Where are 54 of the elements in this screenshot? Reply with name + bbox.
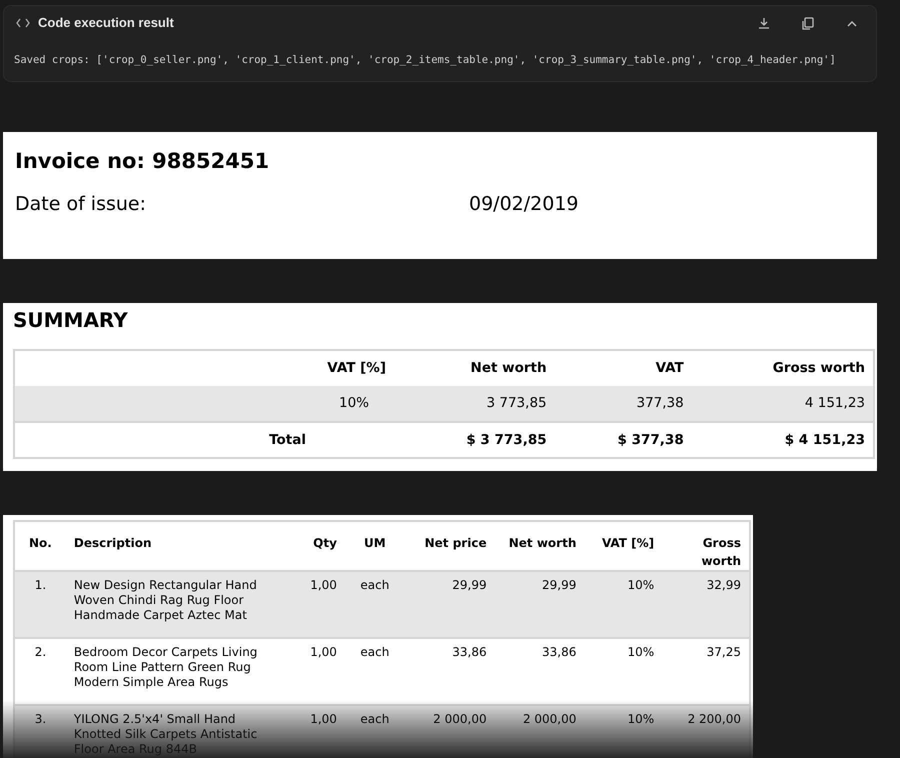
- table-cell: $ 377,38: [554, 422, 692, 458]
- summary-title: SUMMARY: [13, 307, 129, 334]
- table-cell: each: [344, 571, 405, 638]
- date-label: Date of issue:: [15, 192, 148, 216]
- table-cell: 10%: [314, 386, 394, 422]
- table-cell: each: [344, 638, 405, 705]
- table-cell: 377,38: [554, 386, 692, 422]
- column-header: Description: [66, 521, 286, 571]
- panel-title: Code execution result: [38, 14, 174, 32]
- table-cell: 29,99: [494, 571, 584, 638]
- table-cell: 1,00: [285, 571, 345, 638]
- column-header: Net worth: [494, 521, 584, 571]
- table-cell: YILONG 2.5'x4' Small Hand Knotted Silk Carpets Antistatic Floor Area Rug 844B: [66, 705, 286, 758]
- column-header: Net worth: [394, 350, 555, 386]
- column-header: Gross worth: [662, 521, 750, 571]
- invoice-number: Invoice no: 98852451: [15, 148, 270, 175]
- table-cell: 2 200,00: [662, 705, 750, 758]
- table-cell: 1,00: [285, 705, 345, 758]
- table-cell: 2.: [14, 638, 66, 705]
- table-cell: 1,00: [285, 638, 345, 705]
- table-cell: 10%: [584, 571, 662, 638]
- table-cell: New Design Rectangular Hand Woven Chindi Rag Rug Floor Handmade Carpet Aztec Mat: [66, 571, 286, 638]
- column-header: VAT [%]: [584, 521, 662, 571]
- chevron-up-icon: [847, 20, 857, 26]
- table-cell: each: [344, 705, 405, 758]
- column-header: Qty: [285, 521, 345, 571]
- table-cell: 33,86: [494, 638, 584, 705]
- code-icon: [16, 18, 30, 28]
- table-cell: Bedroom Decor Carpets Living Room Line Pattern Green Rug Modern Simple Area Rugs: [66, 638, 286, 705]
- download-icon: [758, 17, 770, 29]
- table-cell: 4 151,23: [692, 386, 874, 422]
- table-cell: 33,86: [404, 638, 495, 705]
- date-value: 09/02/2019: [469, 192, 579, 216]
- table-cell: 2 000,00: [494, 705, 584, 758]
- table-cell: 3 773,85: [394, 386, 555, 422]
- column-header: UM: [344, 521, 405, 571]
- output-text: Saved crops: ['crop_0_seller.png', 'crop_1_client.png', 'crop_2_items_table.png', 'crop_3_summary_table.png', 'crop_4_header.png']: [13, 53, 837, 68]
- column-header: Gross worth: [692, 350, 874, 386]
- column-header: Net price: [404, 521, 495, 571]
- table-cell: 1.: [14, 571, 66, 638]
- table-cell: 2 000,00: [404, 705, 495, 758]
- table-cell: 10%: [584, 705, 662, 758]
- column-header: VAT: [554, 350, 692, 386]
- table-cell: Total: [14, 422, 314, 458]
- column-header: VAT [%]: [314, 350, 394, 386]
- table-cell: 29,99: [404, 571, 495, 638]
- table-cell: 10%: [584, 638, 662, 705]
- table-cell: 37,25: [662, 638, 750, 705]
- table-cell: 3.: [14, 705, 66, 758]
- table-cell: $ 4 151,23: [692, 422, 874, 458]
- copy-icon: [802, 16, 814, 30]
- table-cell: 32,99: [662, 571, 750, 638]
- column-header: No.: [14, 521, 66, 571]
- table-cell: $ 3 773,85: [394, 422, 555, 458]
